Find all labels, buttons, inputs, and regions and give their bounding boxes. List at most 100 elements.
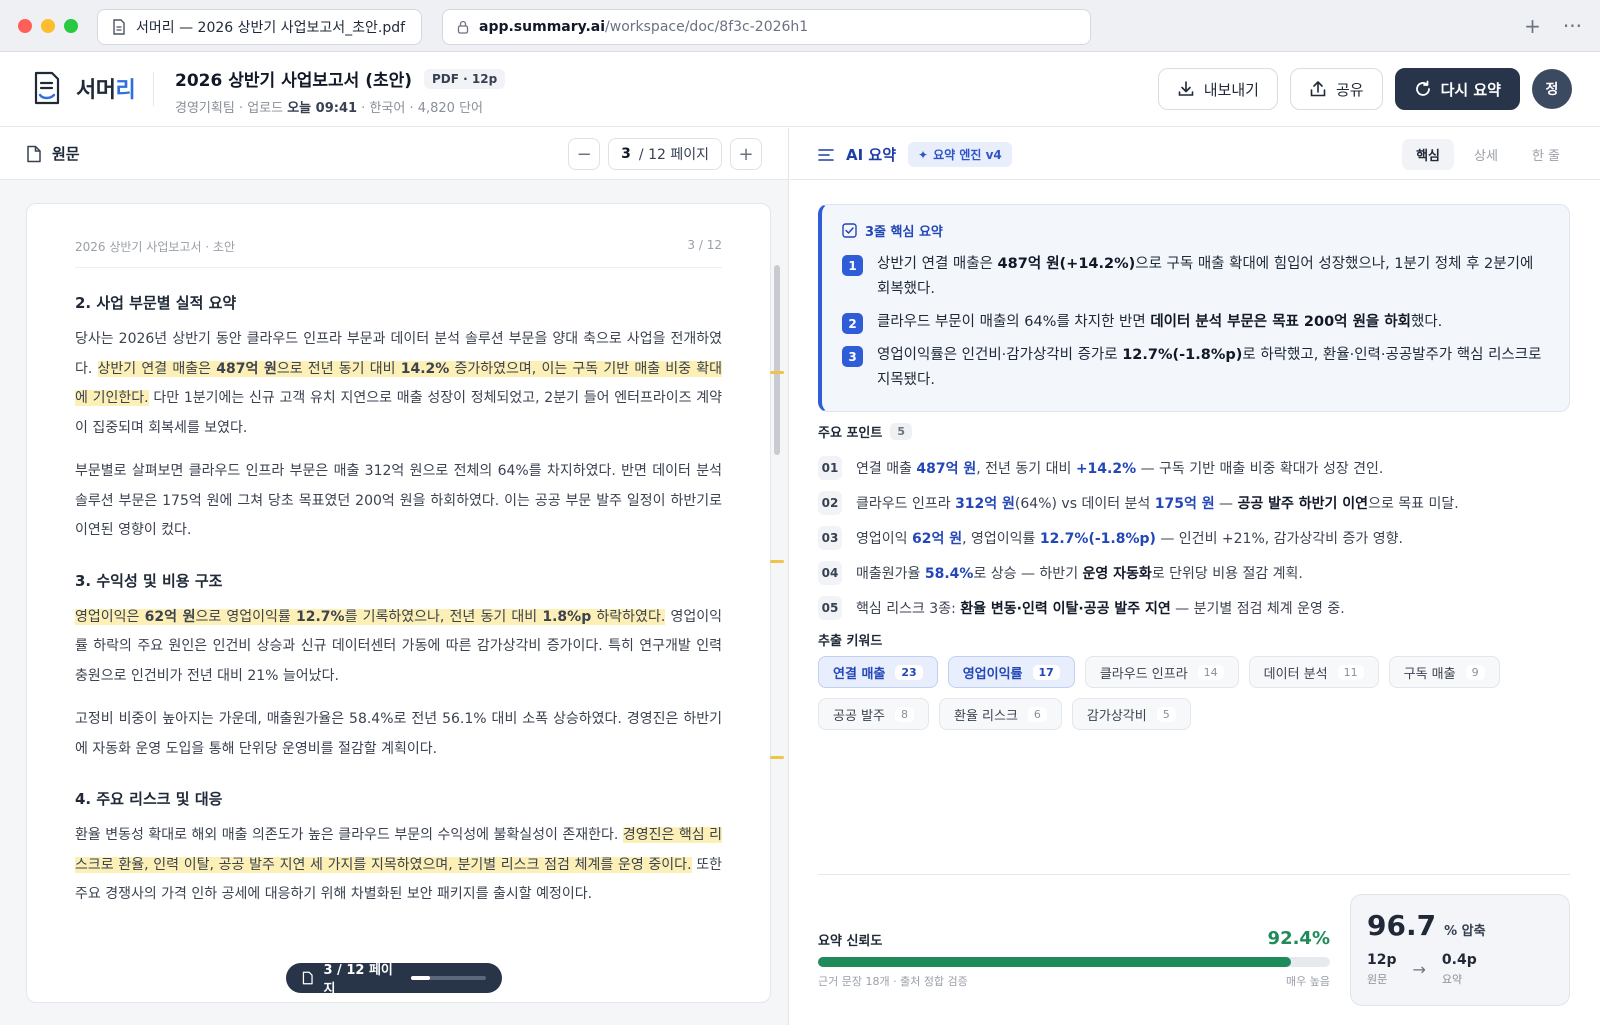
mode-tab[interactable]: 한 줄: [1518, 139, 1574, 170]
highlight-marker[interactable]: [770, 371, 784, 374]
next-page-button[interactable]: +: [730, 138, 762, 170]
mode-tab[interactable]: 상세: [1460, 139, 1512, 170]
keyword-chip[interactable]: 구독 매출 9: [1388, 656, 1500, 688]
item-number-badge: 1: [842, 255, 863, 276]
keyword-chip[interactable]: 공공 발주 8: [818, 698, 929, 730]
maximize-window-button[interactable]: [64, 18, 78, 33]
point-number-badge: 03: [818, 525, 842, 550]
highlighted-text[interactable]: 12.7%: [295, 608, 345, 625]
highlighted-text[interactable]: 하락하였다.: [591, 608, 666, 625]
keyword-label: 공공 발주: [833, 708, 885, 724]
file-type-badge: PDF · 12p: [424, 68, 506, 89]
summary-length: 0.4p 요약: [1441, 952, 1477, 986]
highlighted-text[interactable]: 영업이익은: [75, 608, 145, 625]
keyword-count: 6: [1027, 706, 1047, 722]
browser-actions: + ···: [1524, 14, 1582, 38]
header-actions: 내보내기 공유 다시 요약 정: [1157, 68, 1572, 110]
text-run: 핵심 리스크 3종:: [856, 600, 961, 617]
text-run: 데이터 분석 부문은 목표 200억 원을 하회: [1150, 314, 1411, 330]
text-run: 영업이익률은 인건비·감가상각비 증가로: [877, 347, 1123, 363]
keyword-chip[interactable]: 연결 매출 23: [818, 656, 938, 688]
mode-tab[interactable]: 핵심: [1402, 139, 1455, 170]
share-button[interactable]: 공유: [1289, 68, 1383, 110]
highlighted-text[interactable]: 62억 원: [144, 608, 196, 625]
key-point-text: 매출원가율 58.4%로 상승 — 하반기 운영 자동화로 단위당 비용 절감 …: [856, 563, 1303, 583]
key-points-count: 5: [890, 423, 912, 440]
keyword-chip[interactable]: 영업이익률 17: [947, 656, 1075, 688]
key-point-item[interactable]: 05 핵심 리스크 3종: 환율 변동·인력 이탈·공공 발주 지연 — 분기별 …: [818, 590, 1570, 625]
minimize-window-button[interactable]: [41, 18, 55, 33]
document-scrollbar[interactable]: [774, 265, 780, 455]
user-avatar[interactable]: 정: [1532, 69, 1572, 109]
core-summary-box: 3줄 핵심 요약 1 상반기 연결 매출은 487억 원(+14.2%)으로 구독…: [818, 204, 1570, 412]
reading-progress-fill: [411, 976, 430, 980]
text-run: 로 단위당 비용 절감 계획.: [1151, 565, 1303, 582]
page-header: 2026 상반기 사업보고서 · 초안 3 / 12: [75, 238, 722, 268]
highlighted-text[interactable]: 으로 영업이익률: [195, 608, 296, 625]
compression-value: 96.7: [1367, 909, 1437, 942]
keyword-chip[interactable]: 클라우드 인프라 14: [1084, 656, 1239, 688]
text-run: +14.2%: [1075, 460, 1137, 477]
share-icon: [1310, 81, 1326, 97]
key-point-item[interactable]: 04 매출원가율 58.4%로 상승 — 하반기 운영 자동화로 단위당 비용 절…: [818, 555, 1570, 590]
keyword-chip[interactable]: 환율 리스크 6: [938, 698, 1062, 730]
list-icon: [818, 148, 834, 161]
highlight-marker[interactable]: [770, 756, 784, 759]
core-summary-text: 영업이익률은 인건비·감가상각비 증가로 12.7%(-1.8%p)로 하락했고…: [877, 343, 1547, 393]
original-document-panel: 원문 − 3 / 12 페이지 + 2026 상반기 사업보고서 · 초안 3 …: [0, 128, 789, 1025]
keyword-chip[interactable]: 데이터 분석 11: [1248, 656, 1379, 688]
highlighted-text[interactable]: 으로 전년 동기 대비: [276, 360, 401, 377]
confidence-basis: 근거 문장 18개 · 출처 정합 검증: [818, 975, 968, 988]
keywords-header: 추출 키워드: [818, 634, 883, 649]
resummarize-button[interactable]: 다시 요약: [1394, 68, 1520, 110]
point-number-badge: 05: [818, 595, 842, 620]
keyword-label: 데이터 분석: [1263, 666, 1328, 682]
new-tab-icon[interactable]: +: [1524, 14, 1541, 38]
highlight-marker[interactable]: [770, 560, 784, 563]
text-run: 58.4%: [924, 565, 974, 582]
key-point-item[interactable]: 01 연결 매출 487억 원, 전년 동기 대비 +14.2% — 구독 기반 …: [818, 450, 1570, 485]
address-bar[interactable]: app.summary.ai/workspace/doc/8f3c-2026h1: [442, 9, 1091, 45]
core-summary-text: 상반기 연결 매출은 487억 원(+14.2%)으로 구독 매출 확대에 힘입…: [877, 252, 1547, 302]
highlighted-text[interactable]: 14.2%: [400, 360, 450, 377]
highlighted-text[interactable]: 487억 원: [216, 360, 277, 377]
previous-page-button[interactable]: −: [568, 138, 601, 170]
compression-card: 96.7 % 압축 12p 원문 → 0.4p 요약: [1350, 894, 1570, 1006]
document-paragraph: 당사는 2026년 상반기 동안 클라우드 인프라 부문과 데이터 분석 솔루션…: [75, 325, 723, 443]
section-heading: 3. 수익성 및 비용 구조: [75, 571, 223, 590]
url-text: app.summary.ai/workspace/doc/8f3c-2026h1: [479, 19, 809, 35]
highlighted-text[interactable]: 를 기록하였으나, 전년 동기 대비: [344, 608, 543, 625]
checkbox-icon: [842, 223, 857, 238]
text-run: 로 상승 — 하반기: [973, 565, 1083, 582]
key-point-text: 연결 매출 487억 원, 전년 동기 대비 +14.2% — 구독 기반 매출…: [856, 458, 1383, 478]
keyword-chip[interactable]: 감가상각비 5: [1071, 698, 1191, 730]
text-run: , 전년 동기 대비: [976, 460, 1076, 477]
highlighted-text[interactable]: 상반기 연결 매출은: [97, 360, 217, 377]
core-summary-item: 3 영업이익률은 인건비·감가상각비 증가로 12.7%(-1.8%p)로 하락했…: [842, 343, 1547, 393]
close-window-button[interactable]: [18, 18, 32, 33]
text-run: 12.7%(-1.8%p): [1039, 530, 1156, 547]
browser-tab[interactable]: 서머리 — 2026 상반기 사업보고서_초안.pdf: [97, 9, 422, 45]
document-info: 2026 상반기 사업보고서 (초안) PDF · 12p 경영기획팀 · 업로…: [175, 66, 506, 116]
reading-progress-bar: [411, 976, 486, 980]
key-point-item[interactable]: 03 영업이익 62억 원, 영업이익률 12.7%(-1.8%p) — 인건비 …: [818, 520, 1570, 555]
more-icon[interactable]: ···: [1563, 14, 1582, 38]
text-run: 했다.: [1410, 314, 1443, 330]
brand-logo[interactable]: 서머리: [32, 70, 136, 106]
item-number-badge: 2: [842, 313, 863, 334]
document-icon: [27, 145, 41, 162]
key-point-text: 클라우드 인프라 312억 원(64%) vs 데이터 분석 175억 원 — …: [856, 493, 1459, 513]
text-run: 매출원가율: [856, 565, 925, 582]
keyword-label: 영업이익률: [962, 666, 1023, 682]
key-point-item[interactable]: 02 클라우드 인프라 312억 원(64%) vs 데이터 분석 175억 원 …: [818, 485, 1570, 520]
text-run: 연결 매출: [856, 460, 917, 477]
core-summary-item: 1 상반기 연결 매출은 487억 원(+14.2%)으로 구독 매출 확대에 힘…: [842, 252, 1547, 302]
export-button[interactable]: 내보내기: [1157, 68, 1278, 110]
text-run: , 영업이익률: [962, 530, 1040, 547]
summary-panel-header: AI 요약 ✦ 요약 엔진 v4 핵심 상세 한 줄: [790, 128, 1600, 180]
floating-page-indicator[interactable]: 3 / 12 페이지: [286, 963, 502, 997]
sparkle-icon: ✦: [918, 147, 929, 162]
page-number-input[interactable]: 3 / 12 페이지: [608, 138, 722, 170]
text-run: 공공 발주 하반기 이연: [1237, 495, 1369, 512]
highlighted-text[interactable]: 1.8%p: [542, 608, 592, 625]
